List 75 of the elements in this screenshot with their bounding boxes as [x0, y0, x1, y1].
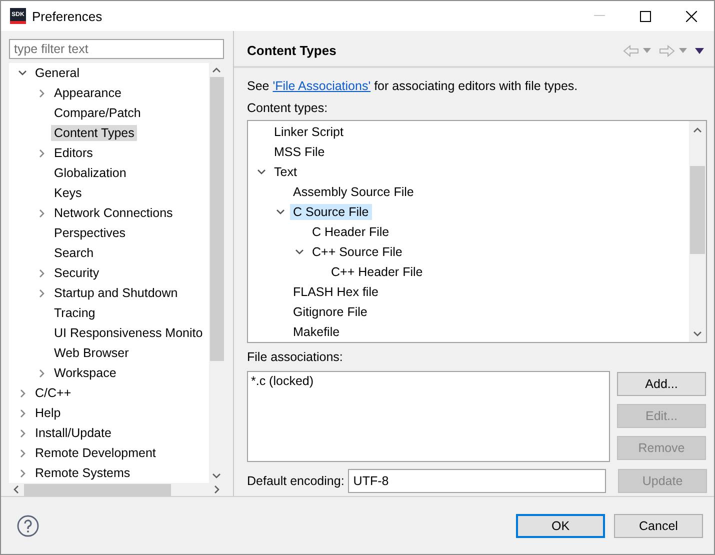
content-types-label: Content types: — [247, 100, 329, 117]
content-type-item[interactable]: C Header File — [309, 224, 392, 240]
forward-arrow-icon[interactable] — [659, 44, 675, 56]
content-type-item[interactable]: MSS File — [271, 144, 328, 160]
content-type-item[interactable]: Makefile — [290, 324, 343, 340]
chevron-right-icon[interactable] — [38, 268, 44, 278]
chevron-right-icon[interactable] — [20, 388, 26, 398]
chevron-right-icon[interactable] — [20, 448, 26, 458]
chevron-right-icon[interactable] — [20, 408, 26, 418]
encoding-label: Default encoding: — [247, 474, 344, 488]
intro-text: See 'File Associations' for associating editors with file types. — [247, 78, 579, 95]
scroll-up-icon[interactable] — [693, 126, 702, 132]
scrollbar-thumb[interactable] — [210, 77, 224, 361]
tree-item[interactable]: Keys — [51, 185, 85, 201]
chevron-right-icon[interactable] — [38, 148, 44, 158]
tree-item[interactable]: Content Types — [51, 125, 138, 141]
maximize-icon[interactable] — [640, 10, 650, 22]
tree-item[interactable]: Compare/Patch — [51, 105, 144, 121]
page-title: Content Types — [247, 43, 338, 58]
tree-item[interactable]: UI Responsiveness Monito — [51, 325, 206, 341]
dialog-button[interactable]: Cancel — [614, 514, 703, 538]
close-icon[interactable] — [686, 10, 696, 22]
tree-item[interactable]: Web Browser — [51, 345, 132, 361]
dialog-button[interactable]: OK — [516, 514, 605, 538]
chevron-right-icon[interactable] — [38, 368, 44, 378]
chevron-right-icon[interactable] — [38, 88, 44, 98]
encoding-field[interactable]: UTF-8 — [348, 469, 606, 493]
dropdown-icon[interactable] — [643, 48, 651, 53]
tree-item[interactable]: Search — [51, 245, 97, 261]
window-title: Preferences — [32, 8, 104, 24]
action-button[interactable]: Add... — [617, 372, 706, 396]
tree-item[interactable]: Install/Update — [32, 425, 114, 441]
scroll-down-icon[interactable] — [693, 330, 702, 336]
tree-item[interactable]: Security — [51, 265, 102, 281]
content-type-item[interactable]: C++ Source File — [309, 244, 406, 260]
chevron-down-icon[interactable] — [295, 249, 304, 255]
content-type-item[interactable]: C Source File — [290, 204, 372, 220]
content-type-item[interactable]: FLASH Hex file — [290, 284, 382, 300]
view-menu-icon[interactable] — [695, 48, 704, 54]
file-associations-link[interactable]: 'File Associations' — [272, 79, 371, 93]
chevron-right-icon[interactable] — [20, 428, 26, 438]
content-type-item[interactable]: Gitignore File — [290, 304, 370, 320]
dropdown-icon[interactable] — [679, 48, 687, 53]
content-type-item[interactable]: Linker Script — [271, 124, 346, 140]
tree-item[interactable]: Help — [32, 405, 64, 421]
tree-item[interactable]: Appearance — [51, 85, 124, 101]
scroll-up-icon[interactable] — [212, 67, 221, 73]
tree-item[interactable]: Editors — [51, 145, 96, 161]
tree-item[interactable]: Tracing — [51, 305, 98, 321]
association-item[interactable]: *.c (locked) — [251, 374, 606, 388]
tree-item[interactable]: Network Connections — [51, 205, 176, 221]
content-type-item[interactable]: Assembly Source File — [290, 184, 417, 200]
chevron-down-icon[interactable] — [276, 209, 285, 215]
content-type-item[interactable]: C++ Header File — [328, 264, 426, 280]
back-arrow-icon[interactable] — [623, 44, 639, 56]
tree-item[interactable]: Remote Development — [32, 445, 159, 461]
tree-item[interactable]: Workspace — [51, 365, 120, 381]
chevron-right-icon[interactable] — [38, 208, 44, 218]
filter-field[interactable]: type filter text — [9, 39, 224, 59]
help-icon[interactable] — [17, 514, 39, 536]
tree-item[interactable]: C/C++ — [32, 385, 74, 401]
content-type-item[interactable]: Text — [271, 164, 300, 180]
tree-item[interactable]: Globalization — [51, 165, 130, 181]
chevron-down-icon[interactable] — [257, 169, 266, 175]
scroll-down-icon[interactable] — [212, 473, 221, 479]
chevron-right-icon[interactable] — [20, 468, 26, 478]
scrollbar-thumb[interactable] — [690, 166, 705, 254]
chevron-right-icon[interactable] — [38, 288, 44, 298]
scrollbar-thumb[interactable] — [24, 484, 171, 496]
tree-item[interactable]: Remote Systems — [32, 465, 134, 481]
tree-item[interactable]: Perspectives — [51, 225, 129, 241]
file-associations-label: File associations: — [247, 349, 344, 366]
tree-item[interactable]: General — [32, 65, 82, 81]
tree-item[interactable]: Startup and Shutdown — [51, 285, 181, 301]
chevron-down-icon[interactable] — [18, 70, 27, 76]
